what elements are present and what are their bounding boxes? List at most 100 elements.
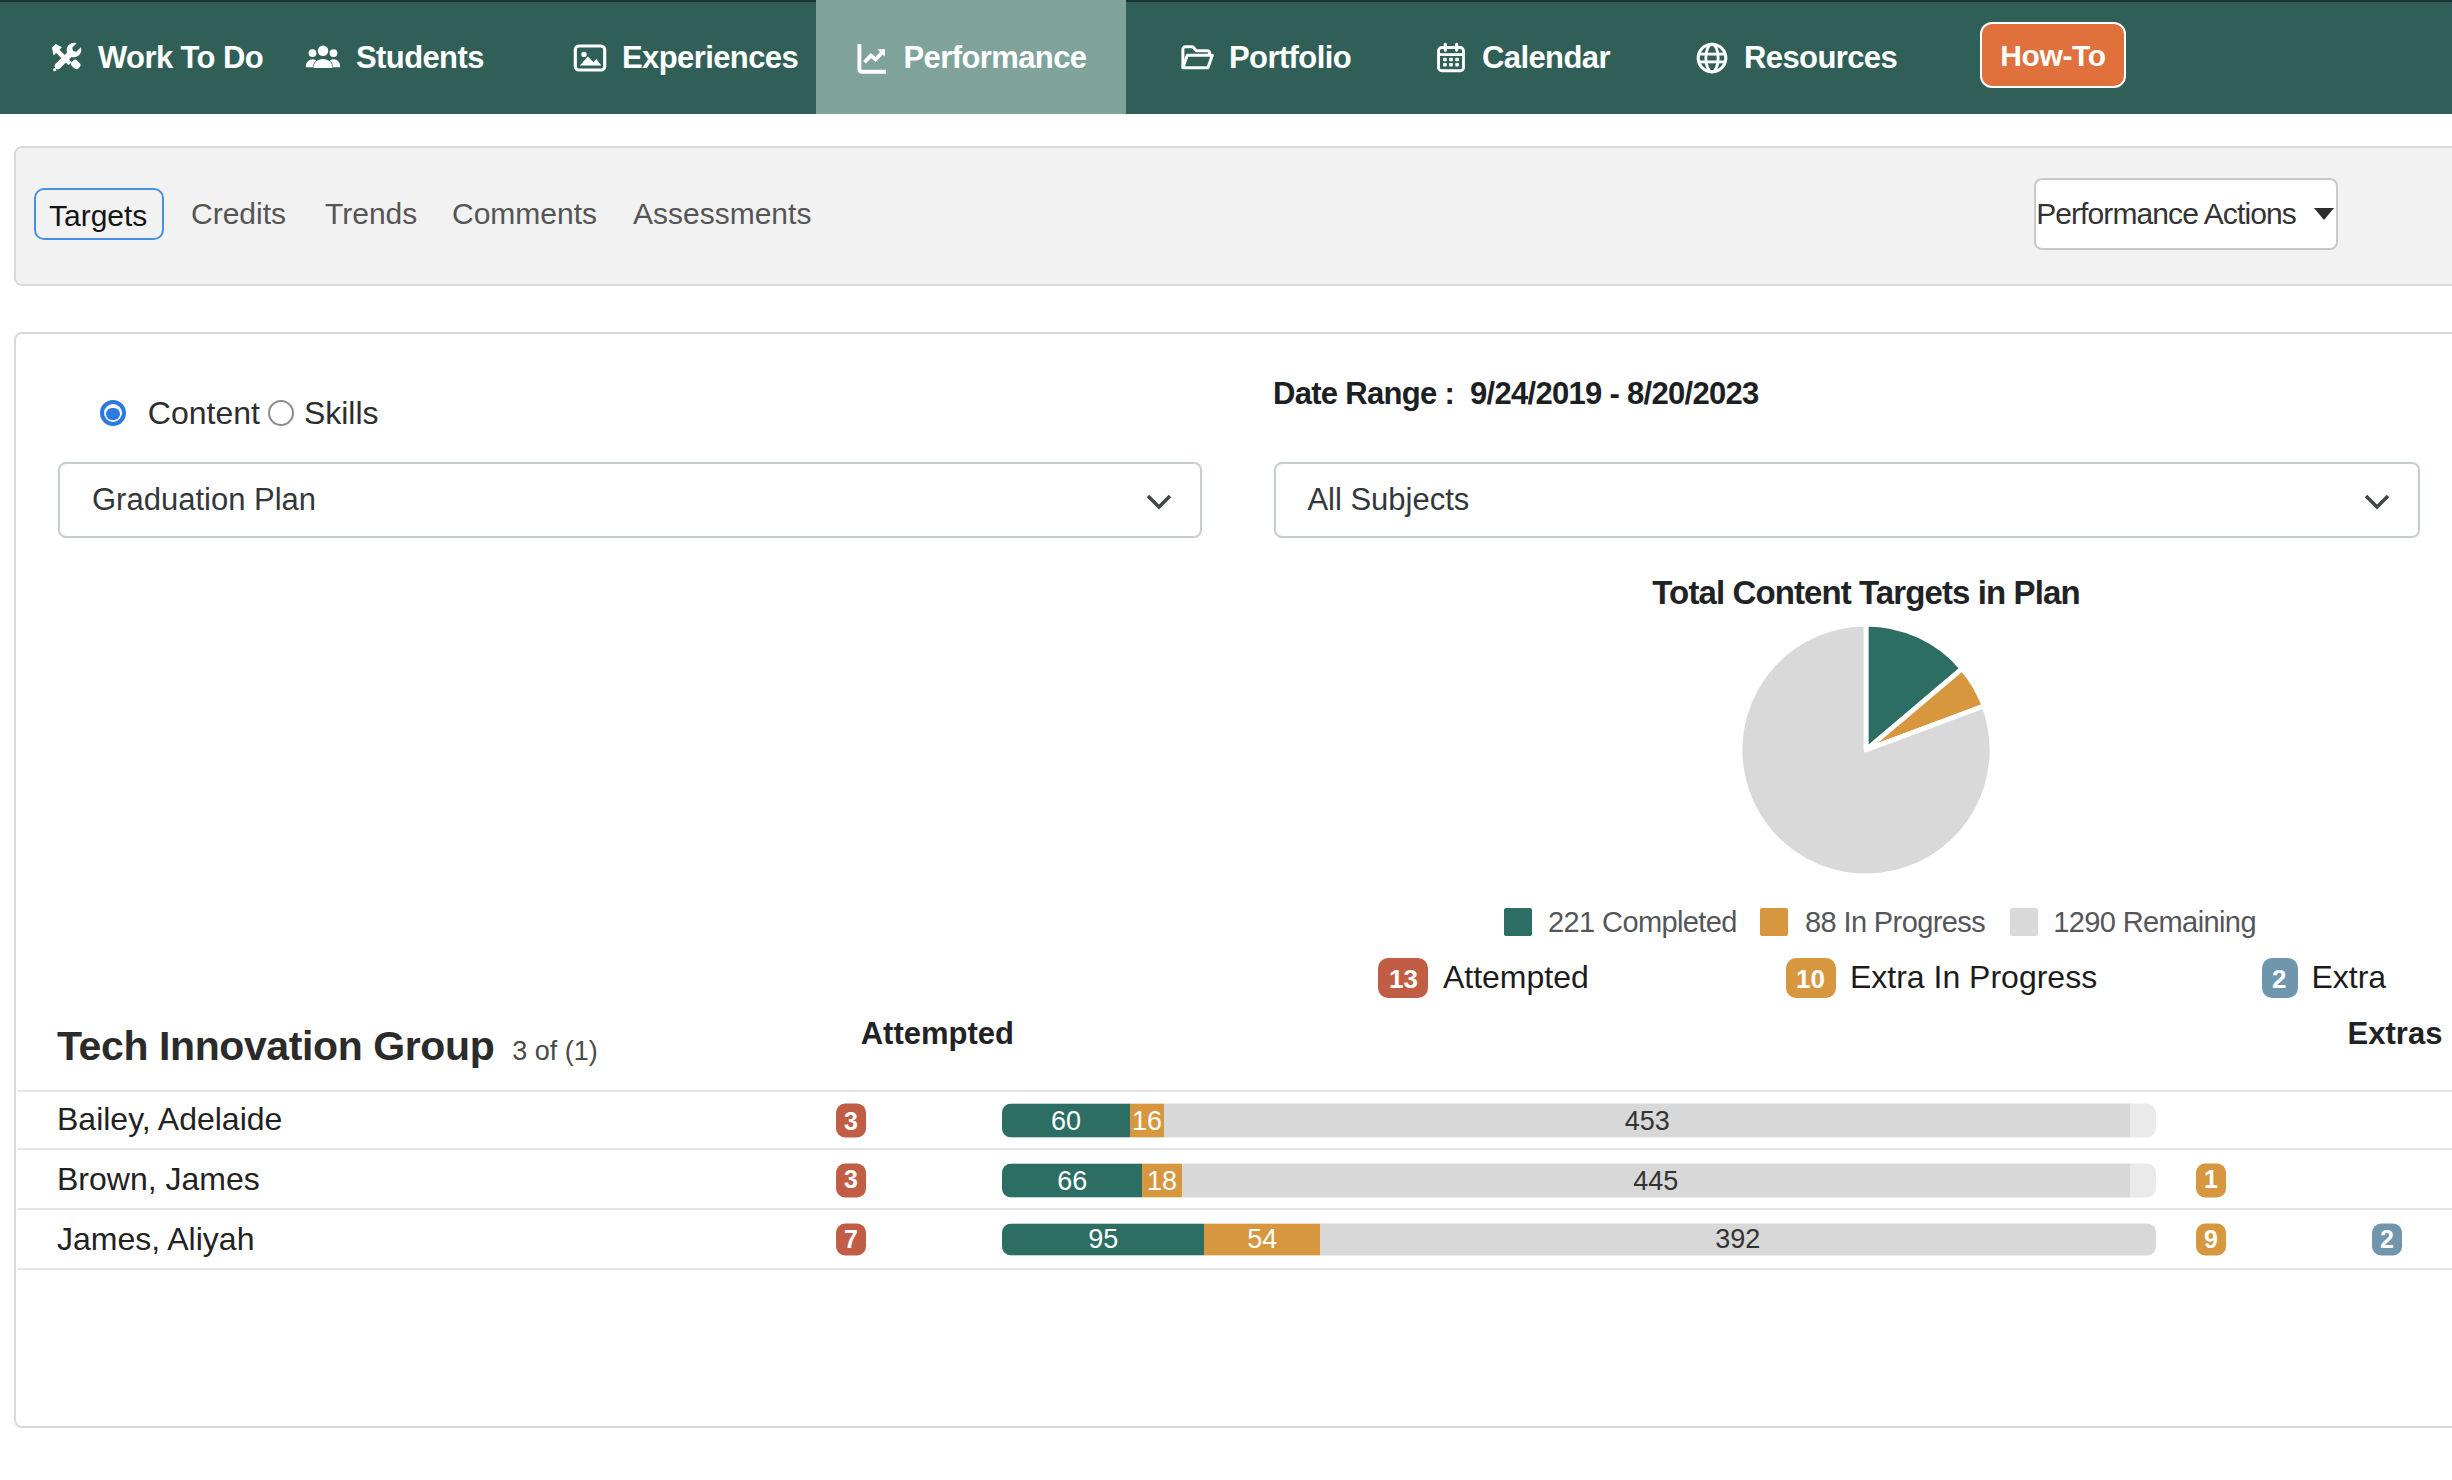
- nav-item-label: Performance: [904, 39, 1087, 75]
- bar-segment-remaining: 453: [1164, 1104, 2130, 1137]
- extra-badge: 2: [2371, 1223, 2403, 1256]
- folder-open-icon: [1177, 39, 1215, 75]
- bar-segment-completed: 60: [1002, 1104, 1130, 1137]
- key-extra-in-progress: 10 Extra In Progress: [1785, 959, 2097, 999]
- performance-tabs-card: Targets Credits Trends Comments Assessme…: [14, 147, 2452, 286]
- top-navigation: Work To Do Students: [0, 0, 2452, 114]
- column-header-extras: Extras: [2348, 1016, 2443, 1052]
- chevron-down-icon: [2364, 483, 2390, 519]
- nav-item-work-to-do[interactable]: Work To Do: [48, 0, 263, 114]
- group-count: 3 of (1): [512, 1036, 598, 1066]
- bar-value: 60: [1051, 1106, 1081, 1136]
- skills-radio[interactable]: [268, 401, 294, 427]
- bar-value: 95: [1088, 1224, 1118, 1254]
- caret-down-icon: [2314, 208, 2334, 220]
- table-row[interactable]: James, Aliyah 7 95 54 392 9 2: [18, 1210, 2452, 1269]
- key-label: Extra In Progress: [1850, 961, 2097, 997]
- nav-item-calendar[interactable]: Calendar: [1434, 0, 1610, 114]
- skills-radio-label[interactable]: Skills: [304, 396, 379, 432]
- bar-value: 16: [1132, 1106, 1162, 1136]
- nav-item-label: Students: [356, 39, 484, 75]
- date-range: Date Range : 9/24/2019 - 8/20/2023: [1273, 377, 1759, 413]
- nav-item-students[interactable]: Students: [304, 0, 484, 114]
- page: Work To Do Students: [0, 0, 2452, 1480]
- date-range-value: 9/24/2019 - 8/20/2023: [1470, 377, 1759, 411]
- how-to-button[interactable]: How-To: [1980, 22, 2126, 87]
- row-divider: [18, 1267, 2452, 1269]
- student-name[interactable]: Bailey, Adelaide: [57, 1103, 282, 1139]
- nav-item-label: Calendar: [1482, 39, 1610, 75]
- tab-comments[interactable]: Comments: [452, 197, 597, 233]
- bar-segment-completed: 95: [1002, 1223, 1205, 1256]
- bar-segment-in-progress: 16: [1130, 1104, 1164, 1137]
- bar-value: 453: [1625, 1106, 1670, 1136]
- targets-panel: Content Skills Date Range : 9/24/2019 - …: [14, 332, 2452, 1429]
- legend-swatch-completed: [1504, 908, 1532, 936]
- subject-select-value: All Subjects: [1307, 483, 1469, 519]
- targets-progress-bar: 60 16 453: [1002, 1104, 2156, 1137]
- tab-trends[interactable]: Trends: [325, 197, 417, 233]
- attempted-badge: 3: [835, 1104, 867, 1137]
- targets-progress-bar: 95 54 392: [1002, 1223, 2156, 1256]
- attempted-badge: 7: [835, 1223, 867, 1256]
- content-radio[interactable]: [100, 401, 126, 427]
- extra-in-progress-badge: 9: [2195, 1223, 2227, 1256]
- tools-icon: [48, 39, 84, 75]
- subject-select[interactable]: All Subjects: [1273, 463, 2420, 539]
- nav-item-performance[interactable]: Performance: [815, 0, 1125, 114]
- tab-assessments[interactable]: Assessments: [633, 197, 811, 233]
- calendar-icon: [1434, 39, 1468, 75]
- users-icon: [304, 39, 342, 75]
- key-label: Attempted: [1443, 961, 1589, 997]
- bar-value: 445: [1633, 1165, 1678, 1195]
- table-row[interactable]: Bailey, Adelaide 3 60 16 453: [18, 1091, 2452, 1150]
- nav-item-resources[interactable]: Resources: [1694, 0, 1897, 114]
- key-attempted: 13 Attempted: [1378, 959, 1589, 999]
- legend-label: 1290 Remaining: [2053, 906, 2256, 938]
- extra-count-badge: 2: [2261, 959, 2297, 999]
- bar-value: 66: [1057, 1165, 1087, 1195]
- attempted-count-badge: 13: [1378, 959, 1429, 999]
- attempted-badge: 3: [835, 1164, 867, 1197]
- nav-item-label: Portfolio: [1229, 39, 1351, 75]
- table-row[interactable]: Brown, James 3 66 18 445 1: [18, 1150, 2452, 1209]
- extra-in-progress-count-badge: 10: [1785, 959, 1836, 999]
- plan-select[interactable]: Graduation Plan: [58, 463, 1202, 539]
- legend-label: 221 Completed: [1548, 906, 1737, 938]
- legend-swatch-remaining: [2009, 908, 2037, 936]
- bar-segment-in-progress: 18: [1143, 1164, 1181, 1197]
- targets-progress-bar: 66 18 445: [1002, 1164, 2156, 1197]
- content-radio-label[interactable]: Content: [148, 396, 260, 432]
- nav-item-label: Resources: [1744, 39, 1897, 75]
- bar-segment-remaining: 445: [1181, 1164, 2130, 1197]
- group-name: Tech Innovation Group: [57, 1022, 494, 1070]
- legend-item-remaining: 1290 Remaining: [2009, 907, 2256, 937]
- nav-item-portfolio[interactable]: Portfolio: [1177, 0, 1351, 114]
- student-name[interactable]: James, Aliyah: [57, 1221, 254, 1257]
- tab-targets[interactable]: Targets: [33, 189, 163, 240]
- legend-item-in-progress: 88 In Progress: [1761, 907, 1985, 937]
- nav-item-label: Experiences: [622, 39, 798, 75]
- chevron-down-icon: [1146, 483, 1172, 519]
- nav-item-experiences[interactable]: Experiences: [572, 0, 798, 114]
- legend-label: 88 In Progress: [1805, 906, 1985, 938]
- nav-item-label: Work To Do: [98, 39, 263, 75]
- extra-in-progress-badge: 1: [2195, 1164, 2227, 1197]
- bar-segment-in-progress: 54: [1205, 1223, 1320, 1256]
- bar-value: 18: [1147, 1165, 1177, 1195]
- date-range-separator: :: [1437, 377, 1470, 411]
- performance-actions-button[interactable]: Performance Actions: [2033, 178, 2337, 249]
- bar-value: 54: [1247, 1224, 1277, 1254]
- mode-radio-group: Content Skills: [100, 396, 379, 432]
- tab-credits[interactable]: Credits: [191, 197, 286, 233]
- legend-item-completed: 221 Completed: [1504, 907, 1737, 937]
- column-header-attempted: Attempted: [861, 1016, 1014, 1052]
- image-icon: [572, 39, 608, 75]
- bar-value: 392: [1715, 1224, 1760, 1254]
- chart-line-icon: [854, 39, 890, 75]
- key-extra: 2 Extra: [2261, 959, 2386, 999]
- key-label: Extra: [2311, 961, 2386, 997]
- bar-segment-remaining: 392: [1320, 1223, 2156, 1256]
- date-range-label: Date Range: [1273, 377, 1437, 411]
- student-name[interactable]: Brown, James: [57, 1162, 260, 1198]
